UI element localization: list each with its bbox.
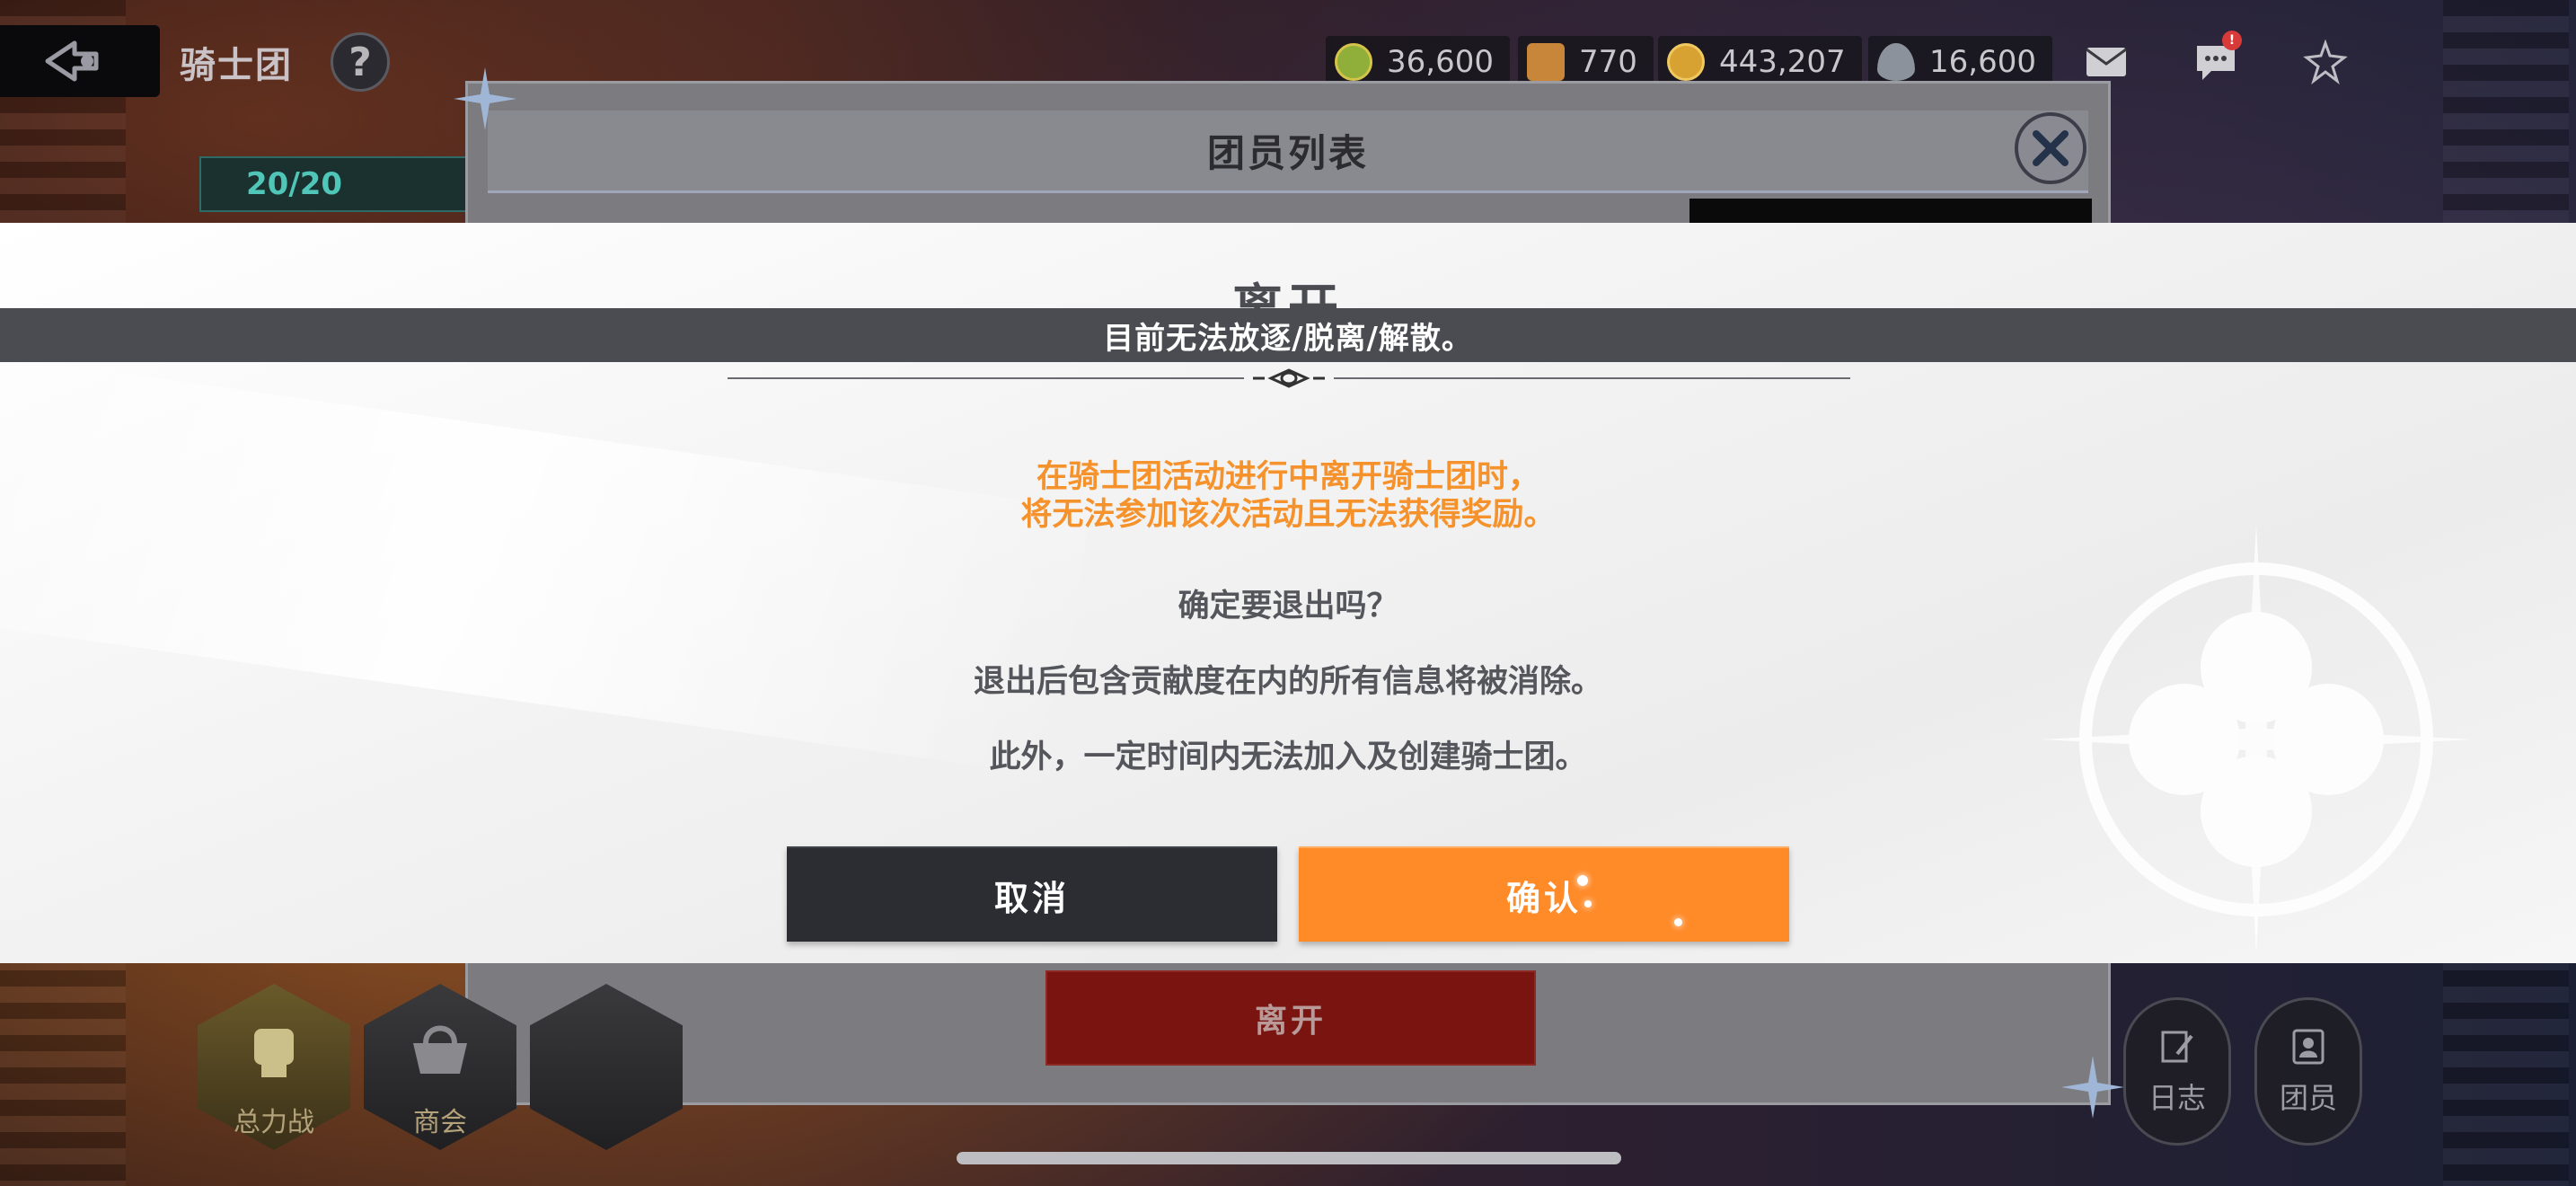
- member-list-tab: [1689, 199, 2092, 226]
- resource-value: 16,600: [1929, 44, 2036, 80]
- notification-badge: !: [2222, 31, 2242, 50]
- nav-button[interactable]: [530, 984, 683, 1150]
- back-button[interactable]: [0, 25, 160, 97]
- settings-button[interactable]: [2296, 36, 2355, 88]
- guild-shop-button[interactable]: 商会: [364, 984, 516, 1150]
- resource-value: 770: [1579, 44, 1637, 80]
- warning-message: 在骑士团活动进行中离开骑士团时， 将无法参加该次活动且无法获得奖励。: [0, 458, 2576, 534]
- sparkle-star-icon: [2061, 1056, 2124, 1119]
- sparkle-particle: [1674, 918, 1682, 926]
- resource-value: 443,207: [1719, 44, 1846, 80]
- leave-guild-button[interactable]: 离开: [1045, 970, 1536, 1066]
- member-count: 20/20: [246, 166, 343, 202]
- clover-coin-icon: [1335, 43, 1372, 81]
- chat-button[interactable]: !: [2186, 31, 2245, 88]
- nav-label: 总力战: [234, 1107, 314, 1138]
- confirm-button[interactable]: 确认: [1299, 846, 1789, 942]
- toast-message: 目前无法放逐/脱离/解散。: [0, 308, 2576, 362]
- leave-confirm-modal: 离开 目前无法放逐/脱离/解散。 在骑士团活动进行中离开骑士团时， 将无法参加该…: [0, 223, 2576, 963]
- log-label: 日志: [2148, 1080, 2206, 1115]
- mail-icon: [2086, 48, 2127, 76]
- home-indicator[interactable]: [957, 1152, 1621, 1164]
- member-count-badge: 20/20: [199, 156, 469, 212]
- close-icon: [2033, 130, 2069, 166]
- crystal-icon: [1877, 43, 1915, 81]
- sparkle-particle: [1584, 900, 1592, 907]
- member-list-header: 团员列表: [488, 111, 2088, 193]
- sparkle-star-icon: [454, 67, 516, 130]
- ornament-divider: [728, 368, 1850, 388]
- warning-line: 在骑士团活动进行中离开骑士团时，: [1036, 459, 1539, 495]
- info-text: 退出后包含贡献度在内的所有信息将被消除。: [973, 664, 1602, 700]
- sparkle-particle: [1577, 875, 1588, 886]
- confirm-label: 确认: [1505, 878, 1582, 918]
- info-text: 此外，一定时间内无法加入及创建骑士团。: [989, 739, 1587, 775]
- members-button[interactable]: 团员: [2254, 997, 2362, 1146]
- members-label: 团员: [2279, 1080, 2337, 1115]
- help-button[interactable]: ?: [331, 32, 390, 92]
- light-sheen: [0, 334, 1091, 776]
- page-title: 骑士团: [180, 45, 293, 86]
- cancel-label: 取消: [993, 878, 1070, 918]
- confirm-question: 确定要退出吗？: [1178, 589, 1398, 624]
- basket-icon: [413, 1025, 467, 1074]
- member-card-icon: [2292, 1029, 2325, 1064]
- nav-label: 商会: [413, 1107, 467, 1138]
- log-button[interactable]: 日志: [2123, 997, 2231, 1146]
- cancel-button[interactable]: 取消: [787, 846, 1277, 942]
- fist-icon: [254, 1029, 294, 1077]
- close-button[interactable]: [2015, 112, 2086, 184]
- member-list-title: 团员列表: [1206, 131, 1369, 175]
- emblem-settings-icon: [2303, 40, 2348, 84]
- hex-frame: [530, 984, 683, 1150]
- gold-coin-icon: [1667, 43, 1705, 81]
- medal-icon: [1527, 43, 1565, 81]
- pencil-note-icon: [2161, 1031, 2193, 1062]
- back-arrow-icon: [45, 40, 99, 82]
- resource-value: 36,600: [1387, 44, 1494, 80]
- total-war-button[interactable]: 总力战: [198, 984, 350, 1150]
- warning-line: 将无法参加该次活动且无法获得奖励。: [1020, 497, 1556, 533]
- game-screen: 骑士团 ? 36,600 770 443,207 16,600 ! 20/20 …: [0, 0, 2576, 1186]
